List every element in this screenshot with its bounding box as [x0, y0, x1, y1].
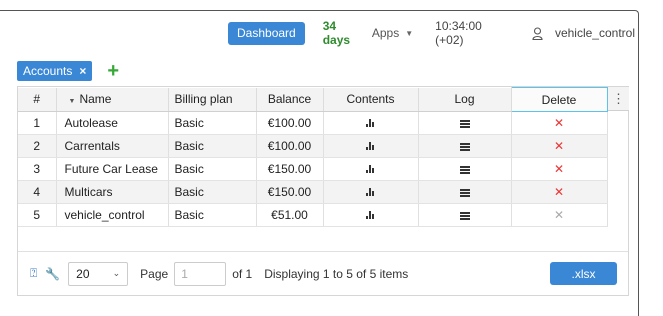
bar-chart-icon[interactable]: [366, 142, 375, 150]
account-name: Carrentals: [56, 134, 169, 158]
billing-plan: Basic: [168, 157, 257, 181]
column-header-contents[interactable]: Contents: [323, 87, 419, 112]
page-number-input[interactable]: 1: [174, 261, 227, 286]
dashboard-button[interactable]: Dashboard: [228, 21, 305, 45]
account-name: vehicle_control: [56, 203, 169, 227]
log-cell[interactable]: [418, 111, 512, 135]
user-icon: [532, 26, 543, 40]
delete-icon[interactable]: ✕: [554, 162, 564, 176]
row-number: 2: [18, 134, 57, 158]
delete-icon[interactable]: ✕: [554, 139, 564, 153]
billing-plan: Basic: [168, 134, 257, 158]
balance: €100.00: [256, 134, 324, 158]
accounts-grid: # ▼ Name Billing plan Balance Contents Lo…: [17, 86, 629, 296]
paging-info: Displaying 1 to 5 of 5 items: [264, 266, 409, 281]
help-icon[interactable]: ⍰: [30, 266, 37, 281]
top-bar: Dashboard 34 days Apps ▼ 10:34:00 (+02) …: [228, 19, 635, 47]
column-header-name[interactable]: ▼ Name: [56, 87, 169, 112]
sort-desc-icon: ▼: [68, 98, 76, 106]
page-size-value: 20: [76, 266, 90, 281]
billing-plan: Basic: [168, 203, 257, 227]
accounts-table: # ▼ Name Billing plan Balance Contents Lo…: [18, 87, 608, 227]
list-icon[interactable]: [459, 143, 470, 151]
grid-footer: ⍰ 🔧 20 ⌄ Page 1 of 1 Displaying 1 to 5 o…: [18, 251, 628, 295]
delete-cell[interactable]: ✕: [511, 157, 608, 181]
billing-plan: Basic: [168, 180, 257, 204]
tab-accounts[interactable]: Accounts ×: [17, 61, 93, 81]
account-name: Autolease: [56, 111, 169, 135]
delete-icon: ✕: [553, 208, 565, 222]
log-cell[interactable]: [418, 157, 512, 181]
contents-cell[interactable]: [323, 180, 419, 204]
row-number: 3: [18, 157, 57, 181]
account-name: Multicars: [56, 180, 169, 204]
table-row[interactable]: 4 Multicars Basic €150.00 ✕: [18, 180, 608, 204]
balance: €150.00: [256, 180, 324, 204]
tab-accounts-label: Accounts: [23, 64, 73, 78]
list-icon[interactable]: [459, 212, 470, 220]
account-name: Future Car Lease: [56, 157, 169, 181]
add-tab-button[interactable]: +: [107, 61, 119, 81]
user-menu[interactable]: vehicle_control: [532, 26, 635, 40]
balance: €51.00: [256, 203, 324, 227]
bar-chart-icon[interactable]: [366, 211, 375, 219]
close-icon[interactable]: ×: [79, 64, 86, 78]
delete-icon[interactable]: ✕: [554, 116, 564, 130]
header-row: # ▼ Name Billing plan Balance Contents Lo…: [18, 87, 608, 112]
balance: €150.00: [256, 157, 324, 181]
export-xlsx-button[interactable]: .xlsx: [550, 262, 617, 285]
contents-cell[interactable]: [323, 134, 419, 158]
contents-cell[interactable]: [323, 157, 419, 181]
tab-row: Accounts × +: [17, 60, 119, 82]
delete-cell[interactable]: ✕: [511, 134, 608, 158]
contents-cell[interactable]: [323, 111, 419, 135]
chevron-down-icon: ⌄: [112, 268, 121, 278]
clock: 10:34:00 (+02): [435, 19, 482, 47]
table-row[interactable]: 5 vehicle_control Basic €51.00 ✕: [18, 203, 608, 227]
list-icon[interactable]: [459, 166, 470, 174]
row-number: 1: [18, 111, 57, 135]
log-cell[interactable]: [418, 203, 512, 227]
bar-chart-icon[interactable]: [366, 188, 375, 196]
list-icon[interactable]: [459, 189, 470, 197]
table-row[interactable]: 1 Autolease Basic €100.00 ✕: [18, 111, 608, 135]
bar-chart-icon[interactable]: [366, 165, 375, 173]
delete-icon[interactable]: ✕: [554, 185, 564, 199]
bar-chart-icon[interactable]: [366, 119, 375, 127]
column-header-delete[interactable]: Delete: [510, 87, 608, 112]
table-row[interactable]: 2 Carrentals Basic €100.00 ✕: [18, 134, 608, 158]
log-cell[interactable]: [418, 180, 512, 204]
billing-plan: Basic: [168, 111, 257, 135]
days-remaining: 34 days: [322, 19, 351, 47]
page-label: Page: [140, 266, 169, 281]
table-row[interactable]: 3 Future Car Lease Basic €150.00 ✕: [18, 157, 608, 181]
column-header-name-label: Name: [79, 92, 112, 107]
contents-cell[interactable]: [323, 203, 419, 227]
column-header-balance[interactable]: Balance: [256, 87, 324, 112]
row-number: 5: [18, 203, 57, 227]
wrench-icon[interactable]: 🔧: [45, 267, 60, 281]
list-icon[interactable]: [459, 120, 470, 128]
column-header-log[interactable]: Log: [418, 87, 512, 112]
balance: €100.00: [256, 111, 324, 135]
caret-down-icon: ▼: [405, 28, 414, 38]
username: vehicle_control: [554, 26, 635, 40]
apps-menu[interactable]: Apps ▼: [372, 26, 413, 40]
column-header-num[interactable]: #: [18, 87, 57, 112]
delete-cell[interactable]: ✕: [511, 180, 608, 204]
page-size-select[interactable]: 20 ⌄: [68, 261, 129, 286]
delete-cell[interactable]: ✕: [511, 111, 608, 135]
column-header-billing-plan[interactable]: Billing plan: [168, 87, 257, 112]
column-menu-icon[interactable]: ⋮: [608, 87, 629, 111]
delete-cell: ✕: [511, 203, 608, 227]
row-number: 4: [18, 180, 57, 204]
page-total: of 1: [232, 266, 253, 281]
log-cell[interactable]: [418, 134, 512, 158]
apps-label: Apps: [371, 26, 400, 40]
